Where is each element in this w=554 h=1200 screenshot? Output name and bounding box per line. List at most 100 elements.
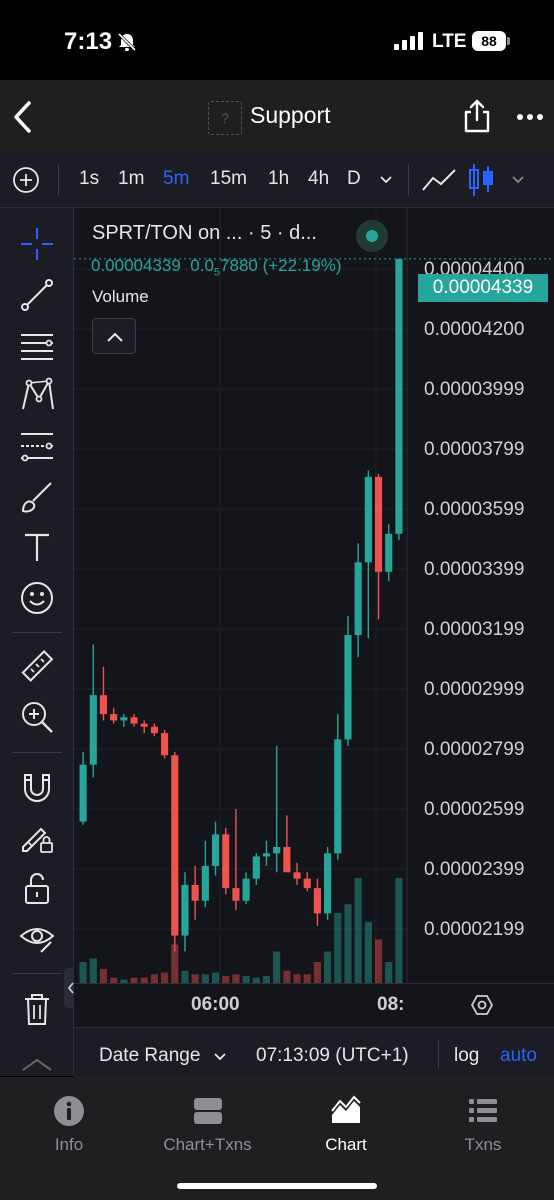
tab-chart-txns[interactable]: Chart+Txns xyxy=(155,1095,260,1155)
timeframe-4h[interactable]: 4h xyxy=(308,168,329,190)
candle-body xyxy=(222,834,230,889)
tab-txns[interactable]: Txns xyxy=(452,1095,514,1155)
auto-scale-toggle[interactable]: auto xyxy=(500,1045,537,1067)
toolbar-divider xyxy=(12,973,62,974)
tab-info[interactable]: Info xyxy=(38,1095,100,1155)
trend-line-icon[interactable] xyxy=(19,277,55,313)
token-avatar-placeholder: ? xyxy=(208,101,242,135)
zoom-in-icon[interactable] xyxy=(19,699,55,735)
drawing-toolbar xyxy=(0,208,74,1076)
price-axis-label: 0.00002199 xyxy=(424,919,525,940)
brush-icon[interactable] xyxy=(19,479,55,515)
price-axis-label: 0.00003599 xyxy=(424,499,525,520)
bottom-tab-bar: Info Chart+Txns Chart Txns xyxy=(0,1077,554,1200)
tab-chart[interactable]: Chart xyxy=(312,1095,380,1155)
candle-body xyxy=(374,476,383,572)
legend-collapse-button[interactable] xyxy=(92,318,136,354)
volume-bar xyxy=(262,976,271,983)
line-chart-type-icon[interactable] xyxy=(421,166,457,194)
volume-bar xyxy=(232,974,240,983)
timeframe-dropdown-chevron-icon[interactable] xyxy=(380,176,392,184)
info-icon xyxy=(54,1096,84,1126)
candle-body xyxy=(89,695,97,765)
more-options-icon[interactable] xyxy=(516,113,544,121)
pattern-icon[interactable] xyxy=(19,377,55,413)
magnet-icon[interactable] xyxy=(19,769,55,805)
time-axis-label: 08: xyxy=(377,994,405,1015)
volume-bar xyxy=(242,976,250,983)
timeframe-1m[interactable]: 1m xyxy=(118,168,144,190)
legend-change-prefix: 0.0 xyxy=(190,256,214,275)
candle-body xyxy=(273,846,281,854)
chevron-up-icon xyxy=(107,332,123,342)
emoji-icon[interactable] xyxy=(19,580,55,616)
tab-label: Chart xyxy=(325,1135,367,1154)
tab-label: Info xyxy=(54,1135,84,1154)
ruler-icon[interactable] xyxy=(19,649,55,685)
candle-body xyxy=(130,717,138,724)
toolbar-divider xyxy=(58,164,59,196)
date-range-chevron-icon[interactable] xyxy=(214,1053,226,1061)
timeframe-1s[interactable]: 1s xyxy=(79,168,99,190)
candle-body xyxy=(211,834,220,866)
candle-body xyxy=(283,846,291,873)
price-axis-label: 0.00003399 xyxy=(424,559,525,580)
volume-bar xyxy=(79,962,87,983)
tab-label: Txns xyxy=(464,1135,502,1154)
unlock-icon[interactable] xyxy=(19,870,55,906)
timezone-clock[interactable]: 07:13:09 (UTC+1) xyxy=(256,1045,409,1067)
toolbar-divider xyxy=(408,164,409,196)
list-icon xyxy=(469,1099,497,1122)
timeframe-15m[interactable]: 15m xyxy=(210,168,247,190)
log-scale-toggle[interactable]: log xyxy=(454,1045,479,1067)
price-axis-label: 0.00003999 xyxy=(424,379,525,400)
timeframe-bar: 1s 1m 5m 15m 1h 4h D xyxy=(0,152,554,208)
volume-bar xyxy=(395,878,403,983)
timeframe-1h[interactable]: 1h xyxy=(268,168,289,190)
crosshair-icon[interactable] xyxy=(19,226,55,262)
price-axis-label: 0.00002599 xyxy=(424,799,525,820)
candle-body xyxy=(242,878,250,901)
bell-muted-icon xyxy=(117,32,137,52)
back-chevron-icon[interactable] xyxy=(12,100,32,134)
volume-bar xyxy=(191,974,199,983)
battery-icon: 88 xyxy=(472,31,506,51)
home-indicator xyxy=(177,1183,377,1189)
share-icon[interactable] xyxy=(463,98,491,134)
more-tools-icon[interactable] xyxy=(19,1054,55,1076)
add-indicator-icon[interactable] xyxy=(12,166,40,194)
network-type: LTE xyxy=(432,31,467,52)
volume-bar xyxy=(354,878,362,983)
candlestick-chart-type-icon[interactable] xyxy=(466,162,496,198)
volume-bar xyxy=(303,974,311,983)
candle-body xyxy=(140,723,148,727)
chart-type-dropdown-chevron-icon[interactable] xyxy=(512,176,524,184)
text-tool-icon[interactable] xyxy=(19,529,55,565)
volume-bar xyxy=(364,921,372,983)
status-bar: 7:13 LTE 88 xyxy=(0,0,554,80)
legend-values: 0.00004339 0.057880 (+22.19%) xyxy=(91,256,342,278)
timeframe-5m[interactable]: 5m xyxy=(163,168,189,190)
visibility-icon[interactable] xyxy=(19,920,55,956)
volume-label: Volume xyxy=(92,287,149,306)
trash-icon[interactable] xyxy=(19,991,55,1027)
candle-body xyxy=(344,635,352,740)
volume-bar xyxy=(150,974,158,983)
battery-tip xyxy=(507,37,510,45)
candle-body xyxy=(252,856,260,879)
tab-label: Chart+Txns xyxy=(163,1135,252,1154)
current-price-tag: 0.00004339 xyxy=(418,274,548,302)
volume-bar xyxy=(334,913,342,983)
candle-body xyxy=(232,888,240,901)
horizontal-lines-icon[interactable] xyxy=(19,327,55,363)
chart-settings-hex-icon[interactable] xyxy=(471,994,493,1016)
prediction-icon[interactable] xyxy=(19,428,55,464)
split-icon xyxy=(193,1098,222,1124)
timeframe-d[interactable]: D xyxy=(347,168,361,190)
time-axis-label: 06:00 xyxy=(191,994,240,1015)
candle-body xyxy=(313,888,321,914)
candle-body xyxy=(150,726,158,734)
lock-drawing-icon[interactable] xyxy=(19,819,55,855)
date-range-button[interactable]: Date Range xyxy=(99,1045,200,1067)
volume-bar xyxy=(222,976,230,983)
